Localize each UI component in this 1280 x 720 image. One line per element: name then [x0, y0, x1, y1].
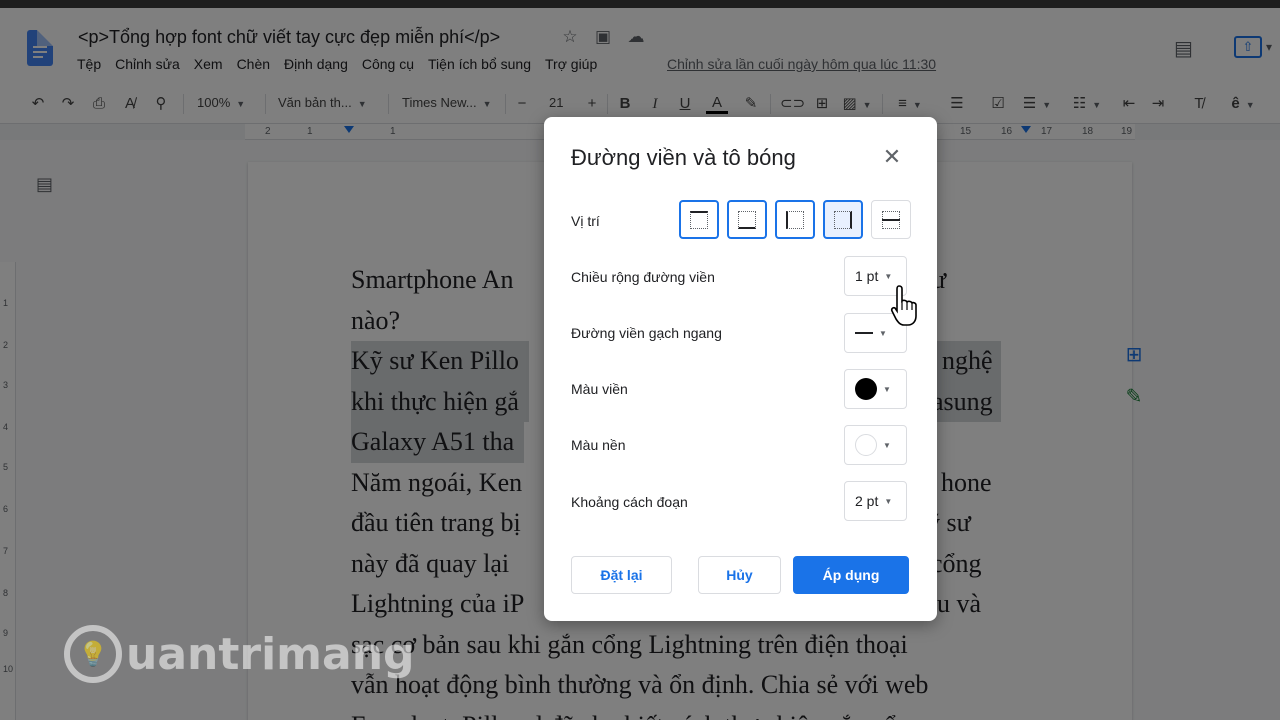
background-color-swatch	[855, 434, 877, 456]
lightbulb-icon: 💡	[64, 625, 122, 683]
solid-line-icon	[855, 332, 873, 334]
padding-label: Khoảng cách đoạn	[571, 494, 688, 510]
border-bottom-button[interactable]	[727, 200, 767, 239]
reset-button[interactable]: Đặt lại	[571, 556, 672, 594]
chevron-down-icon: ▼	[884, 496, 893, 506]
border-right-icon	[834, 210, 852, 229]
padding-select[interactable]: 2 pt ▼	[844, 481, 907, 521]
border-between-icon	[882, 210, 900, 229]
close-icon[interactable]: ✕	[882, 146, 902, 168]
border-right-button[interactable]	[823, 200, 863, 239]
cancel-button[interactable]: Hủy	[698, 556, 781, 594]
watermark-text: uantrimang	[126, 628, 415, 680]
hand-pointer-cursor-icon	[890, 285, 917, 326]
apply-button[interactable]: Áp dụng	[793, 556, 909, 594]
position-label: Vị trí	[571, 213, 600, 229]
chevron-down-icon: ▼	[879, 328, 887, 338]
watermark-logo: 💡 uantrimang	[64, 622, 415, 686]
chevron-down-icon: ▼	[883, 440, 891, 450]
background-color-select[interactable]: ▼	[844, 425, 907, 465]
border-color-label: Màu viền	[571, 381, 628, 397]
border-top-icon	[690, 210, 708, 229]
border-dash-label: Đường viền gạch ngang	[571, 325, 722, 341]
border-color-swatch	[855, 378, 877, 400]
border-color-select[interactable]: ▼	[844, 369, 907, 409]
dialog-title: Đường viền và tô bóng	[571, 145, 796, 170]
background-color-label: Màu nền	[571, 437, 626, 453]
border-width-label: Chiều rộng đường viền	[571, 269, 715, 285]
border-top-button[interactable]	[679, 200, 719, 239]
padding-value: 2 pt	[855, 493, 879, 509]
borders-shading-dialog: Đường viền và tô bóng ✕ Vị trí Chiều rộn…	[544, 117, 937, 621]
chevron-down-icon: ▼	[884, 271, 893, 281]
border-width-value: 1 pt	[855, 268, 879, 284]
chevron-down-icon: ▼	[883, 384, 891, 394]
border-left-icon	[786, 210, 804, 229]
border-left-button[interactable]	[775, 200, 815, 239]
border-between-button[interactable]	[871, 200, 911, 239]
border-bottom-icon	[738, 210, 756, 229]
